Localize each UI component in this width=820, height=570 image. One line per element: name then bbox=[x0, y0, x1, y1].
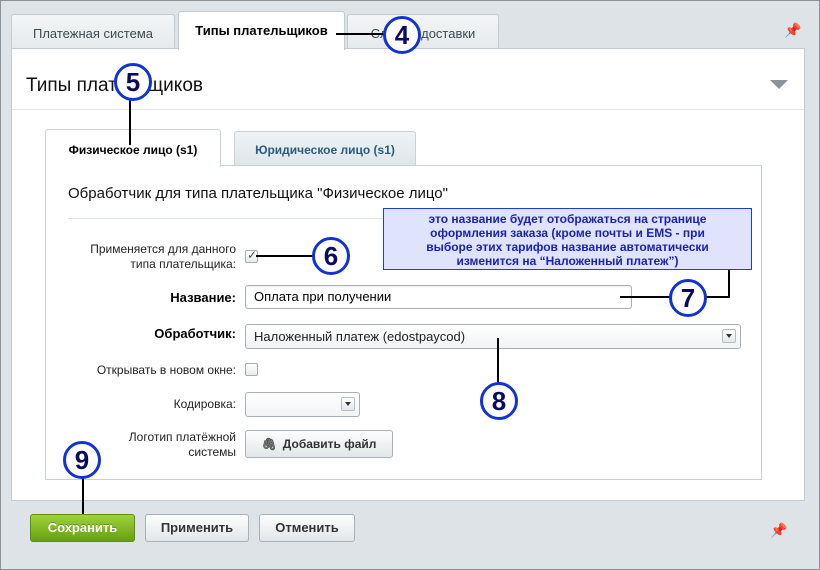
tab-payment-system[interactable]: Платежная система bbox=[11, 14, 175, 48]
tab-delivery-service[interactable]: Служба доставки bbox=[347, 14, 499, 48]
annotation-leader bbox=[256, 255, 314, 257]
handler-select[interactable]: Наложенный платеж (edostpaycod) bbox=[245, 324, 741, 349]
add-file-button[interactable]: 🖇 Добавить файл bbox=[245, 430, 393, 458]
annotation-4: 4 bbox=[383, 16, 421, 54]
annotation-5: 5 bbox=[114, 63, 152, 101]
annotation-leader bbox=[706, 296, 730, 298]
annotation-leader bbox=[129, 100, 131, 145]
save-button[interactable]: Сохранить bbox=[30, 514, 135, 542]
annotation-9: 9 bbox=[63, 441, 101, 479]
tooltip-line3: выборе этих тарифов название автоматичес… bbox=[426, 240, 709, 254]
annotation-leader bbox=[336, 33, 386, 35]
tab-payer-types[interactable]: Типы плательщиков bbox=[178, 11, 345, 50]
annotation-leader bbox=[497, 338, 499, 384]
annotation-6: 6 bbox=[312, 237, 350, 275]
applies-label-line2: типа плательщика: bbox=[130, 257, 236, 271]
applies-label-line1: Применяется для данного bbox=[90, 242, 236, 256]
handler-select-value: Наложенный платеж (edostpaycod) bbox=[254, 329, 466, 344]
encoding-label: Кодировка: bbox=[173, 397, 236, 411]
paperclip-icon: 🖇 bbox=[261, 437, 277, 451]
add-file-label: Добавить файл bbox=[282, 437, 377, 451]
pin-icon[interactable]: 📌 bbox=[784, 22, 801, 39]
cancel-button[interactable]: Отменить bbox=[259, 514, 355, 542]
pin-icon[interactable]: 📌 bbox=[770, 522, 787, 539]
form-title: Обработчик для типа плательщика "Физичес… bbox=[68, 185, 448, 202]
tooltip-line2: оформления заказа (кроме почты и EMS - п… bbox=[430, 226, 705, 240]
tooltip-line1: это название будет отображаться на стран… bbox=[428, 212, 707, 226]
annotation-leader bbox=[728, 270, 730, 297]
chevron-down-icon[interactable] bbox=[341, 397, 355, 411]
name-input[interactable]: Оплата при получении bbox=[245, 285, 632, 309]
tab-legal-entity[interactable]: Юридическое лицо (s1) bbox=[234, 131, 416, 165]
apply-button[interactable]: Применить bbox=[145, 514, 249, 542]
chevron-down-icon[interactable] bbox=[722, 329, 736, 343]
annotation-7: 7 bbox=[669, 279, 707, 317]
new-window-label: Открывать в новом окне: bbox=[96, 363, 236, 377]
handler-label: Обработчик: bbox=[154, 326, 236, 341]
annotation-leader bbox=[82, 477, 84, 514]
annotation-8: 8 bbox=[480, 382, 518, 420]
annotation-leader bbox=[620, 296, 670, 298]
encoding-select[interactable] bbox=[245, 392, 360, 417]
new-window-checkbox[interactable] bbox=[245, 363, 258, 376]
tab-individual[interactable]: Физическое лицо (s1) bbox=[45, 129, 221, 167]
collapse-arrow-icon[interactable] bbox=[770, 80, 788, 89]
annotation-tooltip: это название будет отображаться на стран… bbox=[383, 208, 752, 270]
applies-label: Применяется для данного типа плательщика… bbox=[60, 242, 236, 272]
tooltip-line4: изменится на “Наложенный платеж”) bbox=[456, 254, 679, 268]
name-label: Название: bbox=[170, 290, 236, 305]
